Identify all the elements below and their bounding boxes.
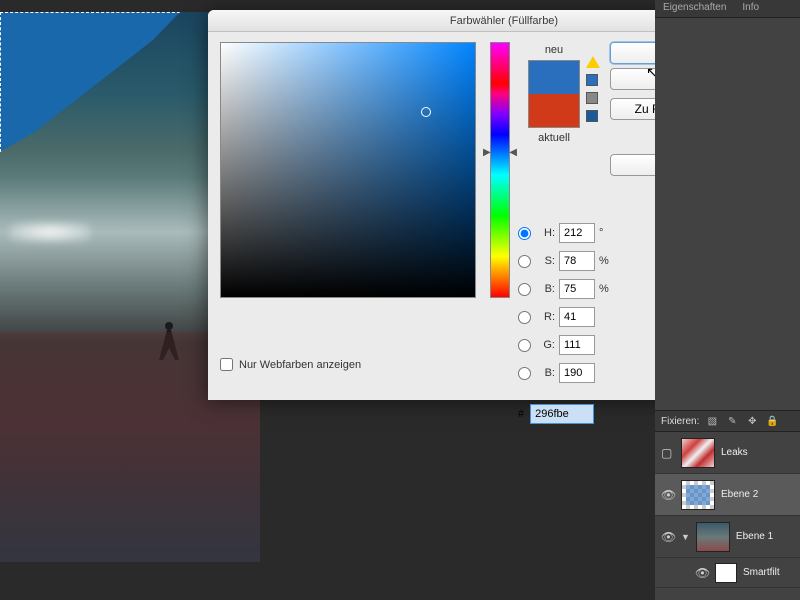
visibility-icon[interactable]: 👁 (695, 566, 709, 580)
sv-cursor (421, 107, 431, 117)
layer-thumb-leaks[interactable] (681, 438, 715, 468)
lens-flare (10, 222, 90, 242)
web-colors-only-input[interactable] (220, 358, 233, 371)
g-label: G: (537, 339, 555, 351)
green-radio[interactable] (518, 339, 531, 352)
saturation-value-field[interactable] (220, 42, 476, 298)
current-color-swatch[interactable] (529, 94, 579, 127)
lock-brush-icon[interactable]: ✎ (725, 414, 739, 428)
b-label: B: (537, 367, 555, 379)
b-input[interactable] (559, 363, 595, 383)
web-colors-only-label: Nur Webfarben anzeigen (239, 359, 361, 371)
layer-row-ebene2[interactable]: 👁 Ebene 2 (655, 474, 800, 516)
s-input[interactable] (559, 251, 595, 271)
new-color-label: neu (545, 44, 563, 56)
layer-thumb-ebene1[interactable] (696, 522, 730, 552)
lock-label: Fixieren: (661, 416, 699, 427)
properties-tab[interactable]: Eigenschaften (655, 0, 734, 17)
color-swatches (528, 60, 580, 128)
s-unit: % (599, 255, 613, 267)
hex-input[interactable] (530, 404, 594, 424)
web-colors-only-checkbox[interactable]: Nur Webfarben anzeigen (220, 358, 361, 371)
layer-row-ebene1[interactable]: 👁 ▼ Ebene 1 (655, 516, 800, 558)
gamut-warning-icon[interactable] (586, 56, 600, 68)
lock-all-icon[interactable]: 🔒 (765, 414, 779, 428)
h-input[interactable] (559, 223, 595, 243)
top-panel-tabs: Eigenschaften Info (655, 0, 800, 18)
s-label: S: (537, 255, 555, 267)
layer-name-ebene1[interactable]: Ebene 1 (736, 531, 773, 542)
h-unit: ° (599, 227, 613, 239)
layer-name-ebene2[interactable]: Ebene 2 (721, 489, 758, 500)
brightness-radio[interactable] (518, 283, 531, 296)
hex-label: # (518, 408, 524, 420)
smartfilter-row[interactable]: 👁 Smartfilt (655, 558, 800, 588)
websafe-swatch-icon[interactable] (586, 74, 598, 86)
hue-slider[interactable]: ▶◀ (490, 42, 510, 298)
info-tab[interactable]: Info (734, 0, 767, 17)
cube-icon[interactable] (586, 92, 598, 104)
lock-transparency-icon[interactable]: ▧ (705, 414, 719, 428)
smartfilter-label[interactable]: Smartfilt (743, 567, 780, 578)
websafe-swatch2-icon[interactable] (586, 110, 598, 122)
new-color-swatch[interactable] (529, 61, 579, 94)
saturation-radio[interactable] (518, 255, 531, 268)
bv-unit: % (599, 283, 613, 295)
bv-label: B: (537, 283, 555, 295)
current-color-label: aktuell (538, 132, 570, 144)
g-input[interactable] (559, 335, 595, 355)
layer-thumb-ebene2[interactable] (681, 480, 715, 510)
red-radio[interactable] (518, 311, 531, 324)
hue-indicator: ▶◀ (483, 147, 517, 158)
visibility-off-icon[interactable]: ▢ (661, 446, 675, 460)
blue-radio[interactable] (518, 367, 531, 380)
smartfilter-thumb[interactable] (715, 563, 737, 583)
layer-row-leaks[interactable]: ▢ Leaks (655, 432, 800, 474)
chevron-down-icon[interactable]: ▼ (681, 532, 690, 542)
lock-row: Fixieren: ▧ ✎ ✥ 🔒 (655, 410, 800, 432)
layer-name-leaks[interactable]: Leaks (721, 447, 748, 458)
visibility-icon[interactable]: 👁 (661, 488, 675, 502)
lock-move-icon[interactable]: ✥ (745, 414, 759, 428)
visibility-icon[interactable]: 👁 (661, 530, 675, 544)
hue-radio[interactable] (518, 227, 531, 240)
bv-input[interactable] (559, 279, 595, 299)
h-label: H: (537, 227, 555, 239)
r-label: R: (537, 311, 555, 323)
right-panels: Eigenschaften Info Fixieren: ▧ ✎ ✥ 🔒 ▢ L… (655, 0, 800, 600)
r-input[interactable] (559, 307, 595, 327)
